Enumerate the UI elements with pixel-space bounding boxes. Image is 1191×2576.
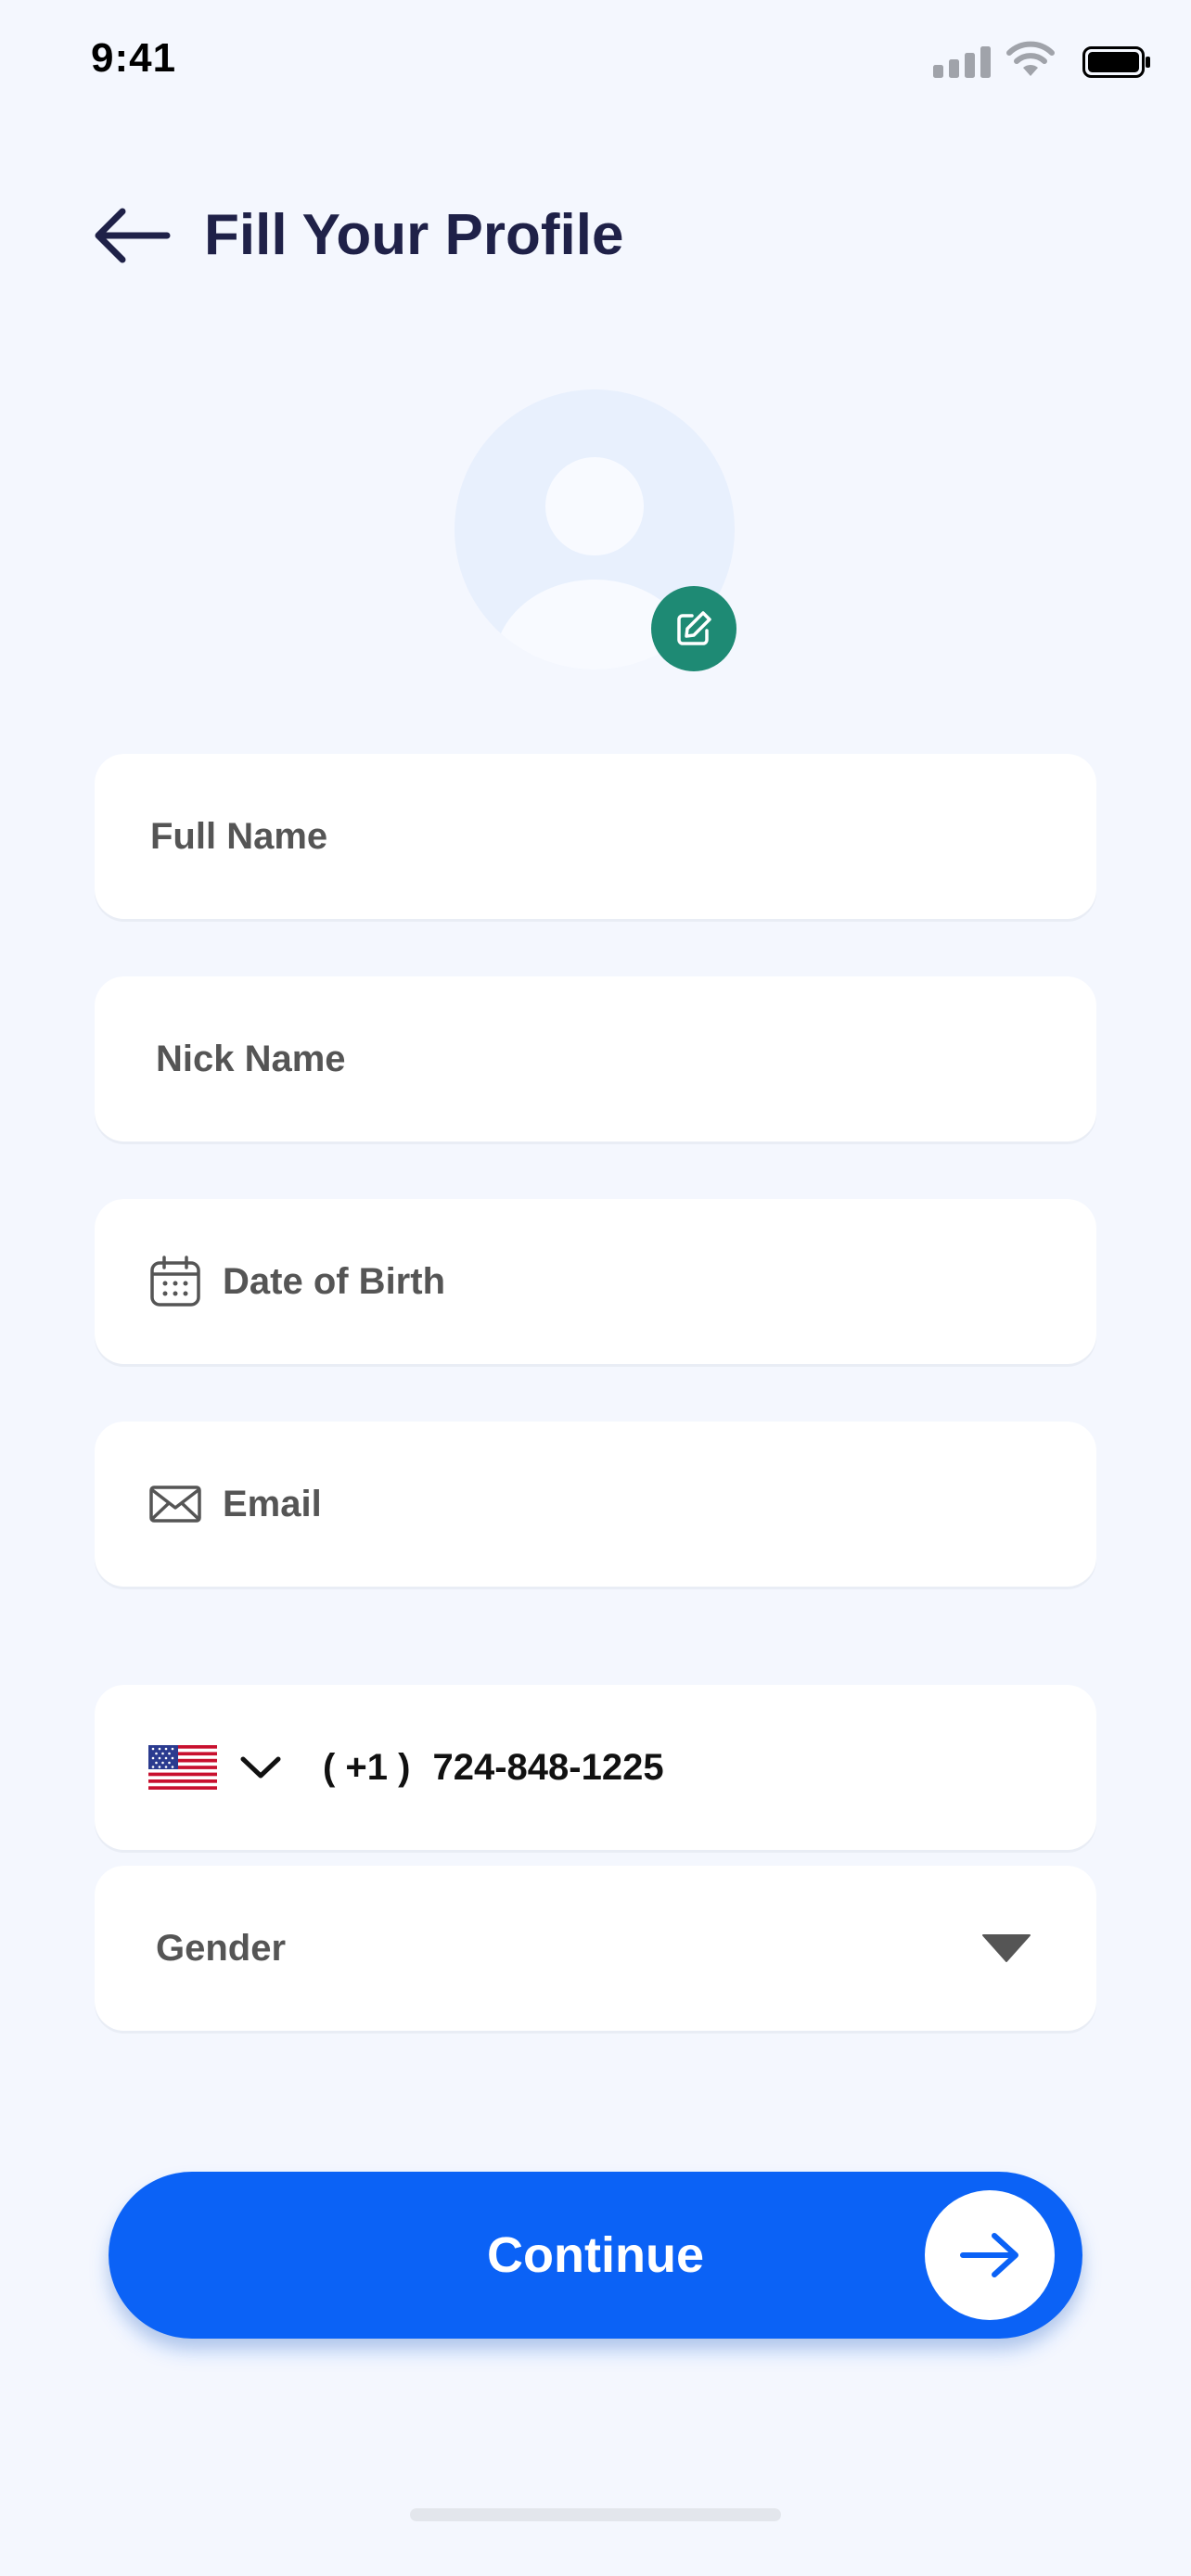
date-of-birth-placeholder: Date of Birth — [223, 1260, 445, 1302]
us-flag-icon[interactable] — [148, 1745, 217, 1790]
header: Fill Your Profile — [0, 185, 1191, 287]
triangle-down-icon — [982, 1934, 1031, 1962]
home-indicator — [410, 2508, 781, 2521]
phone-field[interactable]: ( +1 ) 724-848-1225 — [95, 1685, 1096, 1850]
back-arrow-icon[interactable] — [93, 206, 173, 265]
mail-icon — [149, 1486, 201, 1523]
cellular-signal-icon — [933, 46, 991, 78]
chevron-down-icon[interactable] — [239, 1753, 282, 1781]
nick-name-field[interactable]: Nick Name — [95, 976, 1096, 1141]
full-name-placeholder: Full Name — [150, 815, 328, 857]
arrow-right-icon — [960, 2233, 1018, 2277]
gender-select[interactable]: Gender — [95, 1866, 1096, 2031]
status-time: 9:41 — [91, 35, 177, 81]
wifi-icon — [1006, 41, 1055, 76]
continue-arrow-circle — [925, 2190, 1055, 2320]
country-code: ( +1 ) — [323, 1746, 411, 1788]
status-bar: 9:41 — [0, 0, 1191, 130]
page-title: Fill Your Profile — [204, 203, 624, 267]
nick-name-placeholder: Nick Name — [156, 1038, 346, 1079]
date-of-birth-field[interactable]: Date of Birth — [95, 1199, 1096, 1364]
battery-icon — [1082, 46, 1150, 78]
edit-pencil-icon — [677, 611, 711, 645]
avatar-head-shape — [545, 457, 644, 555]
calendar-icon — [150, 1256, 200, 1307]
email-placeholder: Email — [223, 1483, 322, 1524]
continue-button[interactable]: Continue — [109, 2172, 1082, 2339]
profile-avatar — [455, 389, 736, 671]
email-field[interactable]: Email — [95, 1422, 1096, 1587]
phone-number-value: 724-848-1225 — [432, 1746, 664, 1788]
edit-avatar-button[interactable] — [651, 586, 736, 671]
full-name-field[interactable]: Full Name — [95, 754, 1096, 919]
gender-placeholder: Gender — [156, 1927, 287, 1969]
